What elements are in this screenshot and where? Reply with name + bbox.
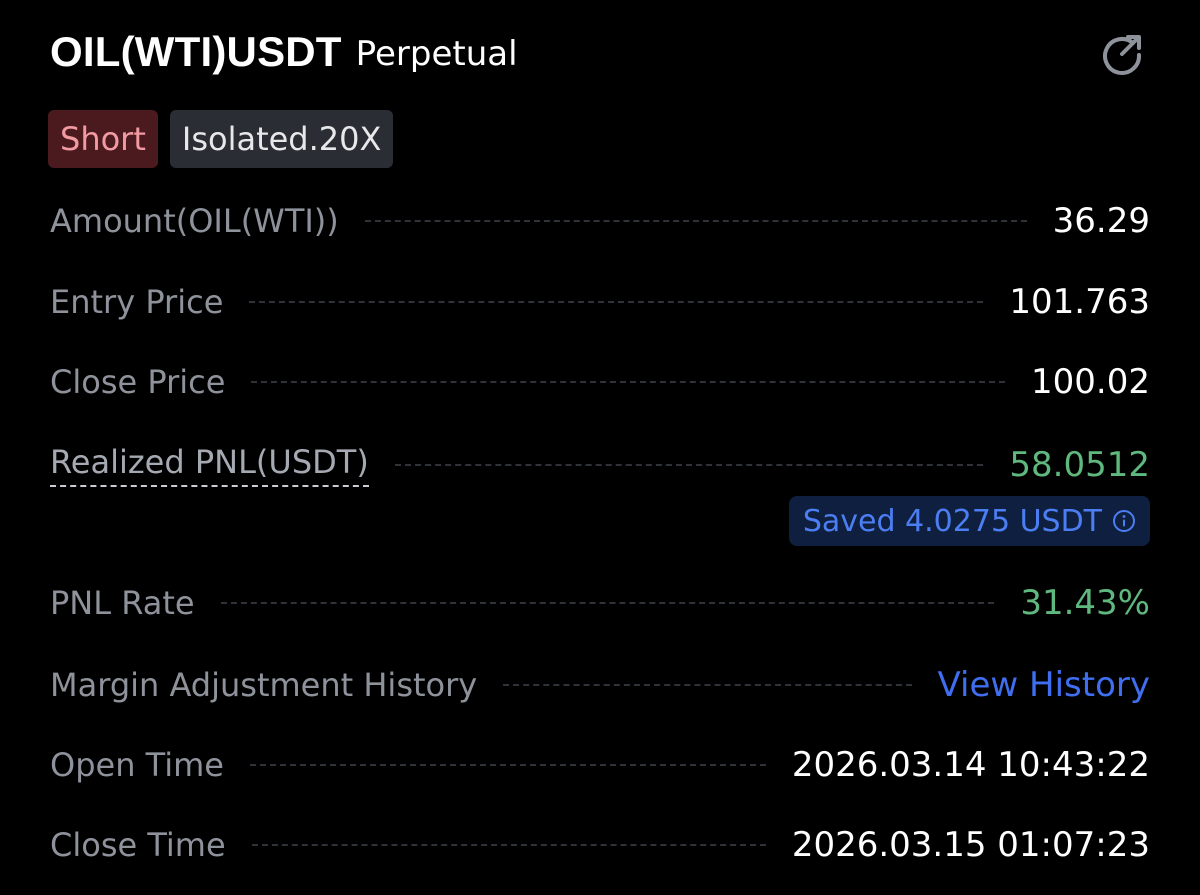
margin-history-label: Margin Adjustment History	[50, 666, 478, 704]
dotted-leader	[249, 764, 766, 766]
open-time-row: Open Time 2026.03.14 10:43:22	[50, 740, 1150, 790]
pnl-rate-row: PNL Rate 31.43%	[50, 578, 1150, 628]
position-tags: Short Isolated.20X	[48, 110, 394, 168]
dotted-leader	[394, 464, 984, 466]
saved-fee-text: Saved 4.0275 USDT	[802, 503, 1102, 539]
contract-type: Perpetual	[355, 34, 518, 74]
close-time-label: Close Time	[50, 826, 226, 864]
symbol-title: OIL(WTI)USDT	[50, 28, 342, 75]
amount-label: Amount(OIL(WTI))	[50, 202, 339, 240]
close-price-row: Close Price 100.02	[50, 357, 1150, 407]
dotted-leader	[251, 381, 1006, 383]
dotted-leader	[249, 301, 984, 303]
pnl-rate-value: 31.43%	[1020, 583, 1150, 623]
amount-row: Amount(OIL(WTI)) 36.29	[50, 196, 1150, 246]
amount-value: 36.29	[1052, 201, 1150, 241]
margin-history-row: Margin Adjustment History View History	[50, 660, 1150, 710]
dotted-leader	[220, 602, 995, 604]
entry-price-value: 101.763	[1009, 282, 1150, 322]
dotted-leader	[364, 220, 1027, 222]
entry-price-label: Entry Price	[50, 283, 224, 321]
close-time-value: 2026.03.15 01:07:23	[791, 825, 1150, 865]
open-time-label: Open Time	[50, 746, 224, 784]
realized-pnl-value: 58.0512	[1009, 445, 1150, 485]
position-header: OIL(WTI)USDT Perpetual	[50, 24, 1150, 80]
dotted-leader	[503, 684, 912, 686]
dotted-leader	[251, 844, 766, 846]
saved-fee-badge[interactable]: Saved 4.0275 USDT	[788, 496, 1150, 546]
margin-mode-badge: Isolated.20X	[169, 110, 394, 168]
info-icon[interactable]	[1112, 509, 1136, 533]
entry-price-row: Entry Price 101.763	[50, 277, 1150, 327]
close-price-value: 100.02	[1031, 362, 1150, 402]
open-time-value: 2026.03.14 10:43:22	[791, 745, 1150, 785]
close-price-label: Close Price	[50, 363, 226, 401]
pnl-rate-label: PNL Rate	[50, 584, 195, 622]
share-arrow-icon	[1103, 35, 1142, 75]
view-history-link[interactable]: View History	[938, 665, 1150, 705]
realized-pnl-label[interactable]: Realized PNL(USDT)	[50, 443, 369, 487]
close-time-row: Close Time 2026.03.15 01:07:23	[50, 820, 1150, 870]
side-badge: Short	[48, 110, 158, 168]
realized-pnl-row: Realized PNL(USDT) 58.0512	[50, 440, 1150, 490]
share-button[interactable]	[1098, 28, 1148, 78]
